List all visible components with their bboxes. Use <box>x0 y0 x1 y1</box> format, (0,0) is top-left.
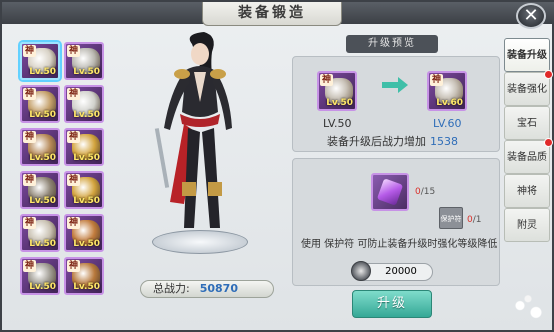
rarity-tag: 神 <box>430 74 443 86</box>
gem-count-required: /15 <box>420 187 436 197</box>
level-badge: Lv.50 <box>326 98 353 108</box>
tab-2[interactable]: 宝石 <box>504 106 550 140</box>
equipment-slot[interactable]: 神 Lv.50 <box>64 257 104 295</box>
tab-0[interactable]: 装备升级 <box>504 38 550 72</box>
notification-dot <box>544 70 553 79</box>
close-icon: ✕ <box>523 5 539 26</box>
charm-count-required: /1 <box>472 215 482 225</box>
level-badge: Lv.50 <box>73 196 100 206</box>
gem-count: 0/15 <box>415 187 435 197</box>
rarity-tag: 神 <box>320 74 333 86</box>
protection-charm-slot[interactable]: 保护符 <box>439 207 463 229</box>
rarity-tag: 神 <box>23 174 36 186</box>
charm-count: 0/1 <box>467 215 482 225</box>
tab-label: 装备强化 <box>507 84 547 95</box>
notification-dot <box>544 138 553 147</box>
tab-label: 装备品质 <box>507 152 547 163</box>
rarity-tag: 神 <box>67 174 80 186</box>
level-badge: Lv.50 <box>29 110 56 120</box>
power-increase-label: 装备升级后战力增加 <box>327 135 426 148</box>
next-equipment-slot[interactable]: 神 Lv.60 <box>427 71 467 111</box>
equipment-column-right: 神 Lv.50 神 Lv.50 神 Lv.50 神 Lv.50 神 Lv.50 神 Lv.50 <box>64 42 104 300</box>
level-badge: Lv.50 <box>73 153 100 163</box>
level-badge: Lv.50 <box>73 282 100 292</box>
gem-material-slot[interactable] <box>371 173 409 211</box>
tab-label: 装备升级 <box>507 50 547 61</box>
total-power-label: 总战力: <box>153 282 190 295</box>
upgrade-preview-panel: 神 Lv.50 神 Lv.60 LV.50 LV.60 装备升级后战力增加 153… <box>292 56 500 152</box>
level-badge: Lv.60 <box>436 98 463 108</box>
tab-3[interactable]: 装备品质 <box>504 138 553 174</box>
equipment-slot[interactable]: 神 Lv.50 <box>20 214 60 252</box>
rarity-tag: 神 <box>67 260 80 272</box>
rarity-tag: 神 <box>23 88 36 100</box>
equipment-slot[interactable]: 神 Lv.50 <box>20 171 60 209</box>
equipment-slot[interactable]: 神 Lv.50 <box>20 257 60 295</box>
tab-4[interactable]: 神将 <box>504 174 550 208</box>
equipment-slot[interactable]: 神 Lv.50 <box>64 214 104 252</box>
equipment-slot[interactable]: 神 Lv.50 <box>64 85 104 123</box>
coin-icon <box>351 261 371 281</box>
power-increase-value: 1538 <box>430 135 458 148</box>
preview-header: 升级预览 <box>346 35 438 53</box>
rarity-tag: 神 <box>67 88 80 100</box>
arrow-right-icon <box>382 77 408 93</box>
equipment-slot[interactable]: 神 Lv.50 <box>64 171 104 209</box>
close-button[interactable]: ✕ <box>516 3 546 29</box>
power-increase: 装备升级后战力增加 1538 <box>327 133 458 149</box>
rarity-tag: 神 <box>23 217 36 229</box>
equipment-slot[interactable]: 神 Lv.50 <box>64 128 104 166</box>
character-display: 总战力: 50870 <box>114 32 284 332</box>
rarity-tag: 神 <box>67 131 80 143</box>
character-figure <box>154 32 232 228</box>
equipment-slot[interactable]: 神 Lv.50 <box>20 85 60 123</box>
equipment-slot[interactable]: 神 Lv.50 <box>20 128 60 166</box>
rarity-tag: 神 <box>23 260 36 272</box>
upgrade-button[interactable]: 升级 <box>352 290 432 318</box>
tab-label: 附灵 <box>517 220 537 231</box>
level-badge: Lv.50 <box>73 110 100 120</box>
next-level-text: LV.60 <box>433 117 462 130</box>
window-title: 装备锻造 <box>202 2 342 26</box>
tab-label: 神将 <box>517 186 537 197</box>
protection-charm-label: 保护符 <box>440 215 462 223</box>
protection-tip: 使用 保护符 可防止装备升级时强化等级降低 <box>301 239 498 250</box>
purple-gem-icon <box>376 178 404 206</box>
equipment-column-left: 神 Lv.50 神 Lv.50 神 Lv.50 神 Lv.50 神 Lv.50 神 Lv.50 <box>20 42 60 300</box>
equipment-slot[interactable]: 神 Lv.50 <box>64 42 104 80</box>
tab-label: 宝石 <box>517 118 537 129</box>
level-badge: Lv.50 <box>29 67 56 77</box>
tab-5[interactable]: 附灵 <box>504 208 550 242</box>
equipment-slot[interactable]: 神 Lv.50 <box>20 42 60 80</box>
rarity-tag: 神 <box>23 45 36 57</box>
materials-panel: 0/15 保护符 0/1 使用 保护符 可防止装备升级时强化等级降低 20000 <box>292 158 500 286</box>
rarity-tag: 神 <box>23 131 36 143</box>
current-level-text: LV.50 <box>323 117 352 130</box>
tab-1[interactable]: 装备强化 <box>504 70 553 106</box>
level-badge: Lv.50 <box>73 239 100 249</box>
rarity-tag: 神 <box>67 217 80 229</box>
level-badge: Lv.50 <box>29 282 56 292</box>
level-badge: Lv.50 <box>29 196 56 206</box>
decorative-flower-icon <box>508 292 548 326</box>
level-badge: Lv.50 <box>73 67 100 77</box>
level-badge: Lv.50 <box>29 153 56 163</box>
forge-window: 装备锻造 ✕ 神 Lv.50 神 Lv.50 神 Lv.50 神 Lv.50 神 Lv.50 神 Lv… <box>0 0 554 332</box>
rarity-tag: 神 <box>67 45 80 57</box>
total-power-bar: 总战力: 50870 <box>140 280 274 298</box>
total-power-value: 50870 <box>199 282 238 295</box>
level-badge: Lv.50 <box>29 239 56 249</box>
current-equipment-slot[interactable]: 神 Lv.50 <box>317 71 357 111</box>
side-tabs: 装备升级装备强化宝石装备品质神将附灵 <box>504 38 553 242</box>
